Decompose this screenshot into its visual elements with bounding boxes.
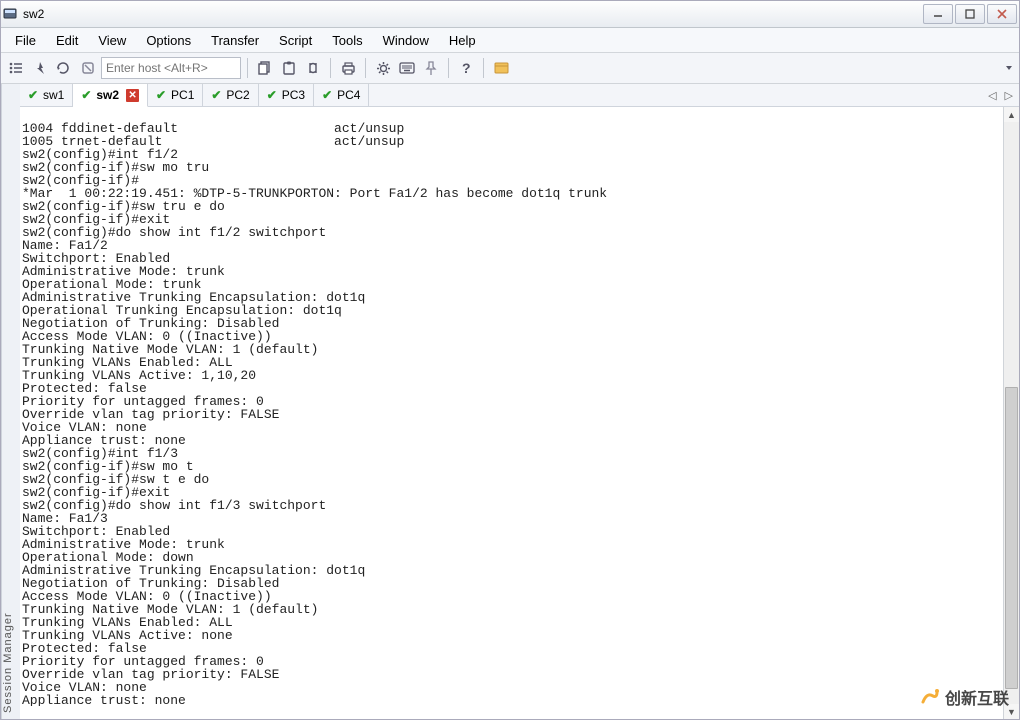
menu-script[interactable]: Script bbox=[269, 30, 322, 51]
session-tab-sw2[interactable]: ✔ sw2 ✕ bbox=[73, 84, 148, 107]
xshell-icon[interactable] bbox=[490, 57, 512, 79]
watermark-logo-icon bbox=[919, 686, 941, 708]
quick-connect-icon[interactable] bbox=[29, 57, 51, 79]
menu-help[interactable]: Help bbox=[439, 30, 486, 51]
maximize-button[interactable] bbox=[955, 4, 985, 24]
session-tab-pc3[interactable]: ✔ PC3 bbox=[259, 84, 314, 106]
session-manager-icon[interactable] bbox=[5, 57, 27, 79]
watermark: 创新互联 bbox=[919, 685, 1009, 709]
toolbar-overflow-icon[interactable] bbox=[1003, 58, 1015, 78]
tabs-prev-icon[interactable]: ◁ bbox=[988, 89, 996, 102]
toolbar-sep bbox=[247, 58, 248, 78]
check-icon: ✔ bbox=[156, 89, 168, 101]
menu-options[interactable]: Options bbox=[136, 30, 201, 51]
keyboard-icon[interactable] bbox=[396, 57, 418, 79]
session-tabs: ✔ sw1 ✔ sw2 ✕ ✔ PC1 ✔ PC2 ✔ bbox=[20, 84, 1019, 107]
title-bar: sw2 bbox=[1, 1, 1019, 28]
menu-tools[interactable]: Tools bbox=[322, 30, 372, 51]
session-tab-sw1[interactable]: ✔ sw1 bbox=[20, 84, 73, 106]
menu-window[interactable]: Window bbox=[373, 30, 439, 51]
find-icon[interactable] bbox=[302, 57, 324, 79]
close-button[interactable] bbox=[987, 4, 1017, 24]
session-tab-label: PC4 bbox=[337, 88, 360, 102]
session-tab-label: PC1 bbox=[171, 88, 194, 102]
check-icon: ✔ bbox=[81, 89, 93, 101]
disconnect-icon[interactable] bbox=[77, 57, 99, 79]
copy-icon[interactable] bbox=[254, 57, 276, 79]
session-tab-label: sw1 bbox=[43, 88, 64, 102]
menu-edit[interactable]: Edit bbox=[46, 30, 88, 51]
help-icon[interactable]: ? bbox=[455, 57, 477, 79]
paste-icon[interactable] bbox=[278, 57, 300, 79]
window-title: sw2 bbox=[21, 7, 44, 21]
session-tab-pc4[interactable]: ✔ PC4 bbox=[314, 84, 369, 106]
minimize-button[interactable] bbox=[923, 4, 953, 24]
print-icon[interactable] bbox=[337, 57, 359, 79]
menu-transfer[interactable]: Transfer bbox=[201, 30, 269, 51]
tabs-next-icon[interactable]: ▷ bbox=[1005, 89, 1013, 102]
session-tab-pc1[interactable]: ✔ PC1 bbox=[148, 84, 203, 106]
toolbar-sep bbox=[483, 58, 484, 78]
session-tab-label: PC2 bbox=[226, 88, 249, 102]
toolbar-sep bbox=[330, 58, 331, 78]
options-icon[interactable] bbox=[372, 57, 394, 79]
menu-file[interactable]: File bbox=[5, 30, 46, 51]
watermark-text: 创新互联 bbox=[945, 685, 1009, 709]
scrollbar[interactable]: ▲ ▼ bbox=[1003, 107, 1019, 719]
menu-view[interactable]: View bbox=[88, 30, 136, 51]
toolbar-sep bbox=[365, 58, 366, 78]
session-tab-label: sw2 bbox=[96, 88, 119, 102]
close-tab-icon[interactable]: ✕ bbox=[126, 89, 139, 102]
scroll-thumb[interactable] bbox=[1005, 387, 1018, 689]
session-tab-pc2[interactable]: ✔ PC2 bbox=[203, 84, 258, 106]
scroll-up-icon[interactable]: ▲ bbox=[1004, 107, 1019, 122]
side-tab-session-manager[interactable]: Session Manager bbox=[1, 84, 20, 719]
menu-bar: File Edit View Options Transfer Script T… bbox=[1, 28, 1019, 53]
check-icon: ✔ bbox=[322, 89, 334, 101]
check-icon: ✔ bbox=[28, 89, 40, 101]
host-input[interactable] bbox=[101, 57, 241, 79]
app-icon bbox=[3, 7, 17, 21]
pin-icon[interactable] bbox=[420, 57, 442, 79]
check-icon: ✔ bbox=[211, 89, 223, 101]
terminal-output[interactable]: 1004 fddinet-default act/unsup 1005 trne… bbox=[20, 120, 1003, 706]
svg-text:?: ? bbox=[462, 61, 471, 75]
session-tab-label: PC3 bbox=[282, 88, 305, 102]
reconnect-icon[interactable] bbox=[53, 57, 75, 79]
app-window: sw2 File Edit View Options Transfer Scri… bbox=[0, 0, 1020, 720]
check-icon: ✔ bbox=[267, 89, 279, 101]
toolbar: ? bbox=[1, 53, 1019, 84]
toolbar-sep bbox=[448, 58, 449, 78]
